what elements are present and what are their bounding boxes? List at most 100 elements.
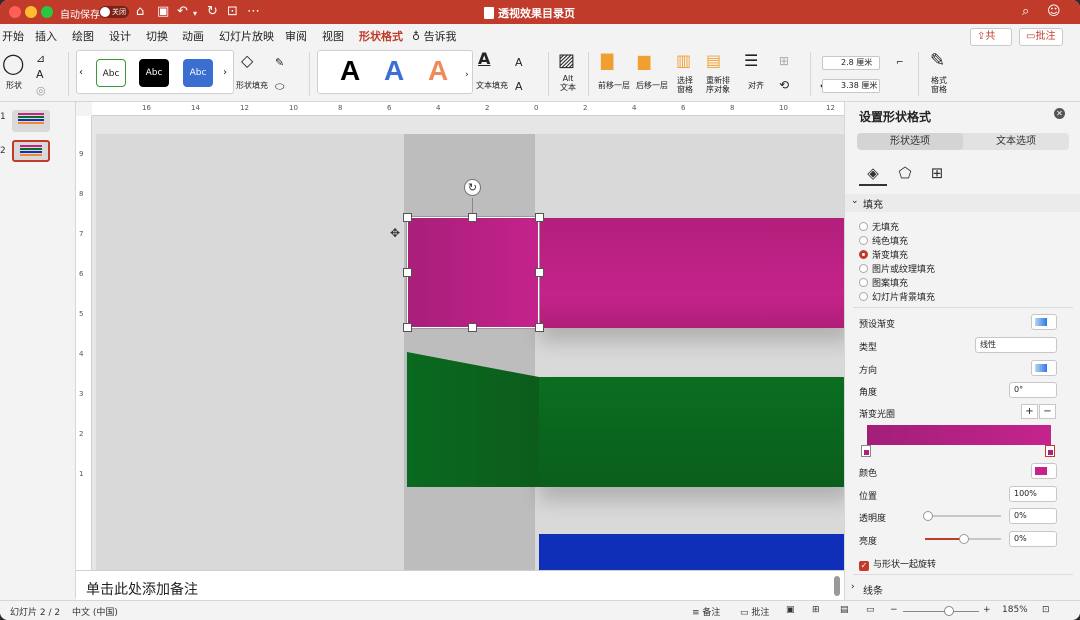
- normal-view-icon[interactable]: ▣: [786, 605, 795, 615]
- text-effects-icon[interactable]: A: [515, 78, 523, 96]
- pink-band-shape[interactable]: [539, 218, 844, 328]
- language-indicator[interactable]: 中文 (中国): [72, 605, 118, 618]
- zoom-window-button[interactable]: [41, 6, 53, 18]
- wordart-blue[interactable]: A: [384, 55, 404, 87]
- fill-section-header[interactable]: ⌄ 填充: [845, 194, 1080, 212]
- line-section-header[interactable]: › 线条: [845, 580, 1080, 598]
- close-window-button[interactable]: [9, 6, 21, 18]
- alt-text-icon[interactable]: ▨: [558, 52, 575, 70]
- wordart-styles-gallery[interactable]: A A A: [317, 50, 473, 94]
- transparency-slider-knob[interactable]: [923, 511, 933, 521]
- undo-icon[interactable]: ↶: [177, 4, 188, 20]
- resize-handle-se[interactable]: [535, 323, 544, 332]
- radio-pattern-fill[interactable]: 图案填充: [859, 276, 908, 289]
- radio-gradient-fill[interactable]: 渐变填充: [859, 248, 908, 261]
- tab-view[interactable]: 视图: [322, 28, 344, 44]
- align-icon[interactable]: ☰: [744, 52, 758, 70]
- text-outline-icon[interactable]: A: [515, 54, 523, 72]
- present-icon[interactable]: ⊡: [227, 4, 238, 20]
- resize-handle-nw[interactable]: [403, 213, 412, 222]
- style-sample-outline[interactable]: Abc: [96, 59, 126, 87]
- notes-toggle-button[interactable]: ≡ 备注: [692, 605, 720, 618]
- undo-dropdown-icon[interactable]: ▾: [193, 6, 197, 22]
- green-perspective-shape[interactable]: [407, 352, 539, 487]
- transparency-slider[interactable]: [925, 515, 1001, 517]
- lock-aspect-icon[interactable]: ⌐: [896, 54, 904, 72]
- selection-pane-icon[interactable]: ▥: [676, 52, 691, 70]
- notes-area[interactable]: 单击此处添加备注: [76, 570, 844, 600]
- close-pane-icon[interactable]: ✕: [1054, 108, 1065, 119]
- shape-effects-icon[interactable]: ⬭: [275, 78, 284, 96]
- redo-icon[interactable]: ↻: [207, 4, 218, 20]
- reading-view-icon[interactable]: ▤: [840, 605, 849, 615]
- brightness-slider-knob[interactable]: [959, 534, 969, 544]
- bring-forward-icon[interactable]: ▇: [601, 52, 613, 70]
- gallery-prev-icon[interactable]: ‹: [79, 64, 83, 82]
- blue-band-shape[interactable]: [539, 534, 844, 570]
- search-icon[interactable]: ⌕: [1022, 4, 1029, 20]
- tab-shape-options[interactable]: 形状选项: [857, 133, 963, 150]
- resize-handle-s[interactable]: [468, 323, 477, 332]
- share-button[interactable]: ⇪共享: [970, 28, 1012, 58]
- zoom-slider-knob[interactable]: [944, 606, 954, 616]
- zoom-level[interactable]: 185%: [1002, 605, 1028, 615]
- tab-review[interactable]: 审阅: [285, 28, 307, 44]
- radio-no-fill[interactable]: 无填充: [859, 220, 899, 233]
- angle-input[interactable]: 0°: [1009, 382, 1057, 398]
- tab-tell-me[interactable]: ♁ 告诉我: [412, 28, 457, 44]
- tab-design[interactable]: 设计: [109, 28, 131, 44]
- text-fill-icon[interactable]: A: [478, 50, 490, 68]
- transparency-input[interactable]: 0%: [1009, 508, 1057, 524]
- comments-toggle-button[interactable]: ▭ 批注: [740, 605, 769, 618]
- style-sample-blue[interactable]: Abc: [183, 59, 213, 87]
- fit-to-window-icon[interactable]: ⊡: [1042, 605, 1050, 615]
- zoom-slider[interactable]: [903, 611, 979, 612]
- gradient-type-select[interactable]: 线性: [975, 337, 1057, 353]
- brightness-input[interactable]: 0%: [1009, 531, 1057, 547]
- slide-canvas[interactable]: ↻ ✥: [92, 116, 844, 570]
- more-icon[interactable]: ⋯: [247, 4, 260, 20]
- radio-solid-fill[interactable]: 纯色填充: [859, 234, 908, 247]
- wordart-next-icon[interactable]: ›: [465, 66, 469, 84]
- autosave-toggle[interactable]: 关闭: [99, 6, 129, 18]
- format-pane-icon[interactable]: ✎: [930, 52, 945, 70]
- notes-scrollbar[interactable]: [834, 576, 840, 596]
- preset-gradient-picker[interactable]: [1031, 314, 1057, 330]
- tab-insert[interactable]: 插入: [35, 28, 57, 44]
- gradient-stops-bar[interactable]: [867, 425, 1051, 445]
- wordart-orange[interactable]: A: [428, 55, 448, 87]
- green-band-shape[interactable]: [539, 377, 844, 487]
- slide-thumbnail[interactable]: [12, 110, 50, 132]
- slide[interactable]: ↻ ✥: [96, 134, 844, 570]
- send-backward-icon[interactable]: ▆: [638, 52, 650, 70]
- slide-thumbnail-selected[interactable]: [12, 140, 50, 162]
- resize-handle-e[interactable]: [535, 268, 544, 277]
- shape-styles-gallery[interactable]: ‹ Abc Abc Abc ›: [76, 50, 234, 94]
- tab-shape-format[interactable]: 形状格式: [359, 28, 403, 49]
- save-icon[interactable]: ▣: [157, 4, 169, 20]
- fill-line-icon[interactable]: ◈: [859, 160, 887, 186]
- tab-text-options[interactable]: 文本选项: [963, 133, 1069, 150]
- resize-handle-w[interactable]: [403, 268, 412, 277]
- resize-handle-ne[interactable]: [535, 213, 544, 222]
- feedback-icon[interactable]: ☺: [1047, 4, 1061, 20]
- effects-icon[interactable]: ⬠: [891, 160, 919, 186]
- slide-sorter-icon[interactable]: ⊞: [812, 605, 820, 615]
- stop-position-input[interactable]: 100%: [1009, 486, 1057, 502]
- tab-home[interactable]: 开始: [2, 28, 24, 44]
- add-stop-button[interactable]: +: [1021, 404, 1038, 419]
- gradient-stop-start[interactable]: [861, 445, 871, 457]
- remove-stop-button[interactable]: −: [1039, 404, 1056, 419]
- tab-animations[interactable]: 动画: [182, 28, 204, 44]
- comments-button[interactable]: ▭批注: [1019, 28, 1063, 46]
- merge-shapes-icon[interactable]: ◎: [36, 82, 46, 100]
- height-input[interactable]: 2.8 厘米: [822, 56, 880, 70]
- style-sample-black[interactable]: Abc: [139, 59, 169, 87]
- tab-transitions[interactable]: 切换: [146, 28, 168, 44]
- zoom-out-icon[interactable]: −: [890, 605, 898, 615]
- width-input[interactable]: 3.38 厘米: [822, 79, 880, 93]
- tab-draw[interactable]: 绘图: [72, 28, 94, 44]
- tab-slideshow[interactable]: 幻灯片放映: [219, 28, 274, 44]
- shape-fill-icon[interactable]: ◇: [241, 52, 253, 70]
- rotate-handle-icon[interactable]: ↻: [464, 179, 481, 196]
